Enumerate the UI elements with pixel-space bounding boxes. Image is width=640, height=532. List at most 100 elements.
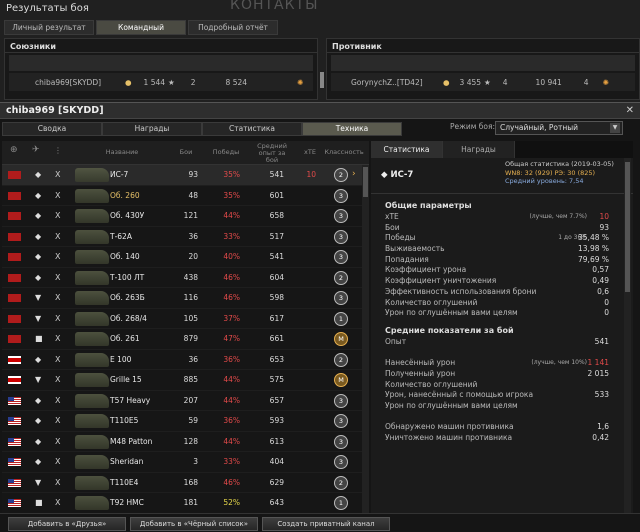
nation-flag-icon: [8, 191, 21, 200]
stat-label: Уничтожено машин противника: [385, 433, 513, 443]
table-row[interactable]: ▼ X Grille 15 885 44% 575 M: [2, 370, 362, 391]
battle-mode-select[interactable]: Случайный, Ротный ▼: [495, 121, 623, 135]
tab-statistics[interactable]: Статистика: [202, 122, 302, 136]
nation-flag-icon: [8, 294, 21, 302]
table-row[interactable]: ◆ X Т-62А 36 33% 517 3: [2, 226, 362, 247]
vehicle-name: Т-62А: [110, 231, 132, 241]
stat-label: Количество оглушений: [385, 297, 478, 307]
create-private-channel-button[interactable]: Создать приватный канал: [262, 517, 390, 531]
tier-label: X: [55, 313, 61, 323]
stat-value: 0,42: [592, 433, 609, 443]
scroll-handle[interactable]: [305, 54, 325, 104]
vehicle-class-icon: ◆: [35, 252, 42, 261]
vehicle-class-icon: ◆: [35, 395, 42, 405]
tank-icon: [75, 414, 109, 428]
enemies-player-row[interactable]: GorynychZ..[TD42] ● 3 455 ★ 4 10 941 4 ✺: [331, 73, 635, 91]
table-row[interactable]: ◆ X M48 Patton 128 44% 613 3: [2, 431, 362, 452]
vehicle-win-rate: 52%: [223, 498, 240, 507]
table-row[interactable]: ■ X Об. 261 879 47% 661 M: [2, 329, 362, 350]
scroll-thumb[interactable]: [363, 167, 368, 197]
tab-detail-statistics[interactable]: Статистика: [371, 141, 443, 158]
table-row[interactable]: ▼ X Об. 268/4 105 37% 617 1: [2, 308, 362, 329]
col-class[interactable]: Классность: [324, 149, 364, 156]
vehicle-win-rate: 36%: [223, 354, 240, 364]
vehicle-battles: 116: [183, 293, 198, 302]
nation-flag-icon: [8, 232, 21, 241]
table-row[interactable]: ■ X T92 HMC 181 52% 643 1: [2, 493, 362, 514]
table-row[interactable]: ◆ X Об. 260 48 35% 601 3: [2, 185, 362, 206]
tab-vehicles[interactable]: Техника: [302, 122, 402, 136]
add-friend-button[interactable]: Добавить в «Друзья»: [8, 517, 126, 531]
tab-personal-result[interactable]: Личный результат: [4, 20, 94, 35]
enemies-title: Противник: [327, 39, 639, 53]
allies-player-kills: 2: [190, 77, 196, 87]
nation-flag-icon: [8, 499, 21, 507]
stat-row: Урон по оглушённым вами целям: [371, 401, 633, 412]
mastery-badge-icon: 2: [334, 270, 348, 285]
vehicle-table-scrollbar[interactable]: [362, 165, 369, 513]
tier-icon[interactable]: ⋮: [54, 147, 62, 155]
table-row[interactable]: ◆ X Об. 140 20 40% 541 3: [2, 247, 362, 268]
stat-value: 533: [594, 390, 609, 400]
allies-player-row[interactable]: chiba969[SKYDD] ● 1 544 ★ 2 8 524 ✺: [9, 73, 313, 91]
general-stat-date: Общая статистика (2019-03-05): [505, 160, 614, 168]
vehicle-class-icon: ▼: [35, 293, 42, 302]
mastery-badge-icon: 1: [334, 311, 348, 326]
close-icon[interactable]: ✕: [626, 105, 634, 116]
tank-icon: [75, 209, 109, 223]
col-battles[interactable]: Бои: [174, 149, 198, 156]
col-wins[interactable]: Победы: [210, 149, 242, 156]
allies-title: Союзники: [5, 39, 317, 53]
tab-summary[interactable]: Сводка: [2, 122, 102, 136]
table-row[interactable]: ▼ X T110E4 168 46% 629 2: [2, 472, 362, 493]
detail-scrollbar[interactable]: [624, 158, 631, 513]
vehicle-type-icon[interactable]: ✈: [32, 146, 40, 155]
tab-awards[interactable]: Награды: [102, 122, 202, 136]
table-row[interactable]: ▼ X Об. 263Б 116 46% 598 3: [2, 288, 362, 309]
stat-row: хТЕ (лучше, чем 7.7%) 10: [371, 212, 633, 223]
col-xte[interactable]: хТЕ: [300, 149, 320, 156]
vehicle-class-icon: ◆: [35, 231, 42, 241]
table-row[interactable]: ◆ X Т-100 ЛТ 438 46% 604 2: [2, 267, 362, 288]
vehicle-avg-exp: 604: [269, 272, 284, 282]
tab-detailed-report[interactable]: Подробный отчёт: [188, 20, 278, 35]
scroll-thumb[interactable]: [625, 162, 630, 292]
gear-icon: ✺: [602, 77, 609, 87]
tank-icon: [75, 475, 109, 490]
star-icon: ★: [168, 77, 175, 87]
nation-flag-icon: [8, 212, 21, 220]
battle-mode-value: Случайный, Ротный: [500, 123, 579, 132]
col-exp[interactable]: Средний опыт за бой: [252, 143, 292, 164]
vehicle-battles: 59: [188, 416, 198, 425]
tier-label: X: [55, 170, 61, 179]
table-row[interactable]: ◆ X E 100 36 36% 653 2: [2, 349, 362, 370]
vehicle-name-text: ИС-7: [390, 170, 414, 180]
table-row[interactable]: ◆ X T110E5 59 36% 593 3: [2, 411, 362, 432]
vehicle-win-rate: 35%: [223, 170, 240, 179]
globe-icon[interactable]: ⊕: [10, 146, 18, 155]
add-blacklist-button[interactable]: Добавить в «Чёрный список»: [130, 517, 258, 531]
table-row[interactable]: ◆ X ИС-7 93 35% 541 10 2 ›: [2, 165, 362, 186]
table-row[interactable]: ◆ X Sheridan 3 33% 404 3: [2, 452, 362, 473]
vehicle-win-rate: 46%: [223, 272, 240, 282]
stat-value: 0: [604, 297, 609, 307]
vehicle-class-icon: ◆: [35, 416, 42, 425]
vehicle-avg-exp: 517: [269, 231, 284, 241]
vehicle-win-rate: 46%: [223, 293, 240, 302]
mastery-badge-icon: M: [334, 332, 348, 346]
col-name[interactable]: Название: [102, 149, 142, 156]
tab-team-result[interactable]: Командный результат: [96, 20, 186, 45]
tier-label: X: [55, 498, 61, 507]
vehicle-detail-panel: Статистика Награды ◆ ИС-7 Общая статисти…: [371, 141, 633, 513]
battle-results-tabs: Личный результат Командный результат Под…: [4, 20, 280, 45]
stat-row: Опыт 541: [371, 337, 633, 348]
tab-detail-awards[interactable]: Награды: [443, 141, 515, 158]
nation-flag-icon: [8, 253, 21, 261]
table-row[interactable]: ◆ X T57 Heavy 207 44% 657 3: [2, 390, 362, 411]
table-row[interactable]: ◆ X Об. 430У 121 44% 658 3: [2, 206, 362, 227]
battle-results-window: КОНТАКТЫ Результаты боя Личный результат…: [0, 0, 640, 104]
section-general-params: Общие параметры: [385, 201, 472, 210]
stat-row: Уничтожено машин противника 0,42: [371, 433, 633, 444]
nation-flag-icon: [8, 458, 21, 466]
enemies-player-kills: 4: [502, 77, 508, 87]
